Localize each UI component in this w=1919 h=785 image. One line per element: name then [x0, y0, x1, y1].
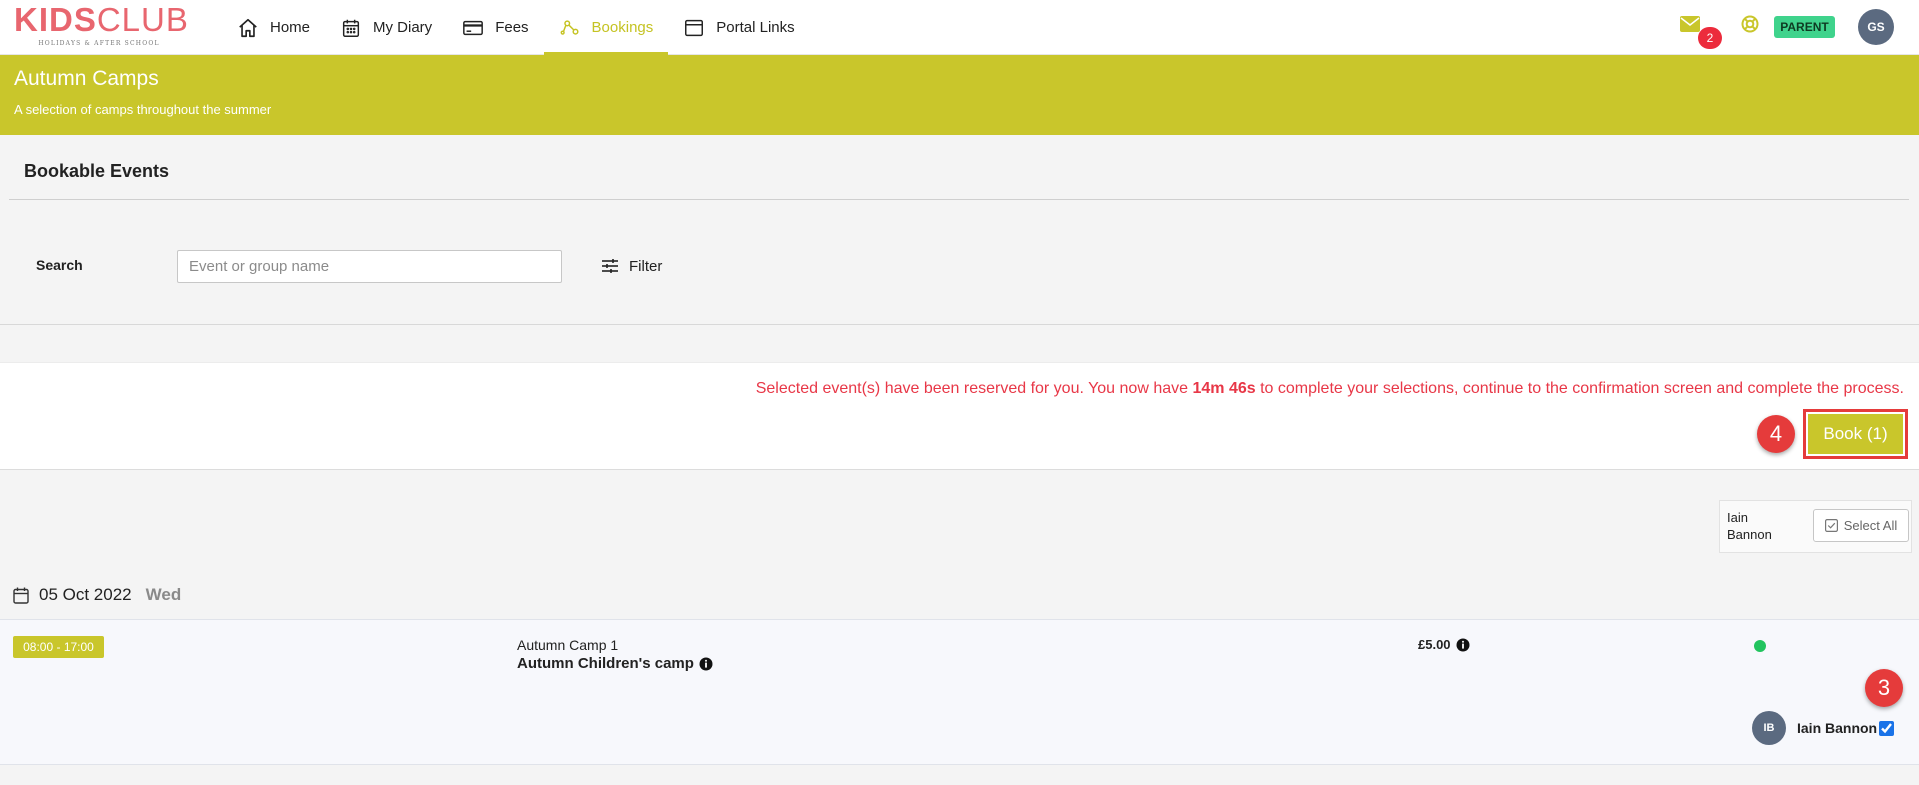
event-row: 08:00 - 17:00 Autumn Camp 1 Autumn Child…: [0, 619, 1919, 765]
top-navigation-bar: KIDSCLUB HOLIDAYS & AFTER SCHOOL Home My…: [0, 0, 1919, 55]
event-price: £5.00: [1418, 637, 1470, 652]
divider: [0, 324, 1919, 325]
home-icon: [239, 18, 257, 37]
main-nav: Home My Diary Fees Bookings Portal Links: [222, 0, 810, 55]
page-subtitle: A selection of camps throughout the summ…: [14, 102, 272, 117]
date-group-header: 05 Oct 2022 Wed: [13, 584, 181, 606]
nav-label: My Diary: [373, 19, 433, 36]
reservation-timer: 14m 46s: [1192, 380, 1256, 397]
info-icon[interactable]: [699, 657, 713, 671]
child-avatar: IB: [1752, 711, 1786, 745]
event-weekday: Wed: [145, 585, 182, 604]
nav-label: Bookings: [591, 19, 654, 36]
sliders-icon: [602, 259, 618, 273]
event-group-name: Autumn Camp 1: [517, 637, 619, 653]
child-name: Iain Bannon: [1727, 510, 1772, 542]
window-icon: [685, 19, 704, 36]
nav-label: Portal Links: [716, 19, 795, 36]
nav-item-bookings[interactable]: Bookings: [543, 0, 669, 55]
availability-status-dot: [1754, 640, 1766, 652]
mail-icon[interactable]: [1680, 16, 1700, 32]
help-lifebuoy-icon[interactable]: [1741, 15, 1759, 33]
event-time-badge: 08:00 - 17:00: [13, 636, 104, 658]
child-name: Iain Bannon: [1797, 720, 1878, 736]
calendar-icon: [13, 587, 29, 604]
nav-label: Fees: [495, 19, 529, 36]
user-avatar[interactable]: GS: [1858, 9, 1894, 45]
reservation-message: Selected event(s) have been reserved for…: [755, 380, 1904, 397]
search-label: Search: [36, 257, 83, 273]
nav-item-fees[interactable]: Fees: [447, 0, 543, 55]
reservation-panel: Selected event(s) have been reserved for…: [0, 362, 1919, 470]
mail-count-badge: 2: [1698, 27, 1722, 49]
divider: [9, 199, 1909, 200]
step-marker: 4: [1757, 415, 1795, 453]
section-title: Bookable Events: [24, 161, 170, 181]
logo-tagline: HOLIDAYS & AFTER SCHOOL: [38, 40, 160, 47]
nav-item-home[interactable]: Home: [222, 0, 325, 55]
book-button[interactable]: Book (1): [1808, 414, 1903, 454]
filter-label: Filter: [629, 257, 663, 275]
page-banner: Autumn Camps A selection of camps throug…: [0, 55, 1919, 135]
nav-label: Home: [270, 19, 311, 36]
search-input[interactable]: [177, 250, 562, 283]
book-button-highlight: Book (1): [1803, 409, 1908, 459]
nav-item-my-diary[interactable]: My Diary: [325, 0, 447, 55]
price-info-icon[interactable]: [1456, 638, 1470, 652]
checkbox-icon: [1824, 519, 1838, 532]
nav-item-portal-links[interactable]: Portal Links: [668, 0, 809, 55]
filter-button[interactable]: Filter: [601, 255, 662, 277]
event-name: Autumn Children's camp: [517, 655, 713, 672]
credit-card-icon: [463, 20, 484, 35]
calendar-icon: [342, 19, 360, 37]
select-all-button[interactable]: Select All: [1813, 509, 1909, 542]
kidsclub-logo[interactable]: KIDSCLUB HOLIDAYS & AFTER SCHOOL: [14, 3, 188, 51]
bookings-icon: [560, 19, 579, 35]
step-marker: 3: [1865, 669, 1903, 707]
page-title: Autumn Camps: [14, 67, 159, 90]
select-all-card: Iain Bannon Select All: [1719, 500, 1912, 553]
child-booking-checkbox[interactable]: [1879, 721, 1894, 736]
role-badge: PARENT: [1774, 16, 1835, 38]
event-date: 05 Oct 2022: [39, 585, 132, 604]
